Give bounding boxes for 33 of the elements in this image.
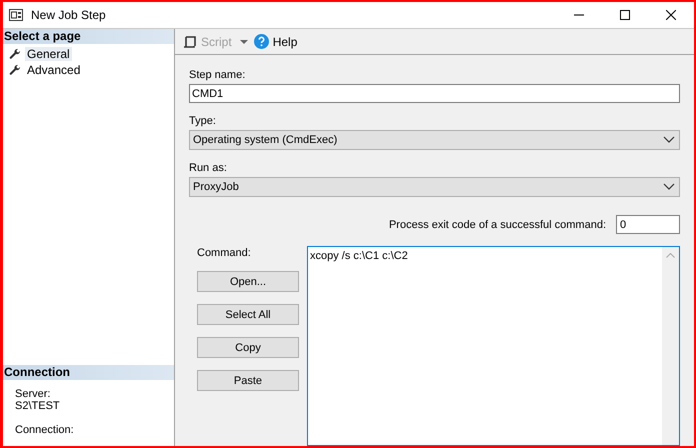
field-label: Step name: [189,69,246,81]
field-value: S2\TEST [15,400,61,412]
close-icon [666,10,676,20]
dropdown-arrow-icon [240,40,248,44]
field-label: Run as: [189,162,228,174]
field-label: Connection: [15,424,75,436]
wrench-icon [9,64,21,76]
field-label: Type: [189,115,217,127]
type-dropdown[interactable]: Operating system (CmdExec) [189,130,680,150]
scroll-icon [183,34,197,48]
window-icon [9,9,23,21]
window-title: New Job Step [31,8,107,22]
field-label: Server: [15,388,52,400]
page-item[interactable]: General [25,47,72,61]
field-label: Process exit code of a successful command: [388,218,606,230]
help-icon [254,34,269,49]
run-as-dropdown[interactable]: ProxyJob [189,177,680,197]
command-field[interactable]: xcopy /s c:\C1 c:\C2 [307,246,680,446]
sidebar-header: Select a page [3,29,174,44]
maximize-icon [620,10,630,20]
chevron-down-icon [663,136,675,144]
step-name-field[interactable]: CMD1 [189,84,680,103]
command-button[interactable]: Copy [197,337,299,358]
help-button[interactable]: Help [254,34,298,49]
wrench-icon [9,48,21,60]
command-button[interactable]: Select All [197,304,299,325]
page-item[interactable]: Advanced [25,63,82,77]
sidebar-header: Connection [3,365,174,380]
field-label: Command: [197,247,252,259]
command-button[interactable]: Paste [197,370,299,391]
command-button[interactable]: Open... [197,271,299,292]
chevron-down-icon [663,183,675,191]
exit-code-field[interactable]: 0 [616,215,680,234]
